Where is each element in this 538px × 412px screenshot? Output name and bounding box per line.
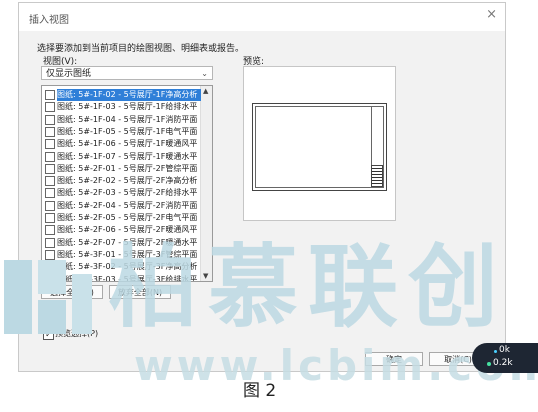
download-dot-icon — [487, 362, 491, 366]
item-checkbox[interactable] — [45, 139, 55, 150]
list-item[interactable]: 图纸: 5#-1F-05 - 5号展厅-1F电气平面 — [43, 126, 201, 138]
title-block-table — [371, 165, 383, 187]
watermark-text: 柏慕联创 — [108, 235, 508, 340]
item-label: 图纸: 5#-1F-07 - 5号展厅-1F暖通水平 — [57, 151, 198, 161]
item-label: 图纸: 5#-1F-03 - 5号展厅-1F给排水平 — [57, 102, 198, 112]
title-bar: 插入视图 × — [19, 3, 505, 31]
item-checkbox[interactable] — [45, 151, 55, 162]
sheet-border — [255, 106, 384, 188]
sheet-thumbnail — [252, 103, 387, 191]
list-item[interactable]: 图纸: 5#-2F-01 - 5号展厅-2F管综平面 — [43, 163, 201, 175]
item-label: 图纸: 5#-1F-05 - 5号展厅-1F电气平面 — [57, 126, 198, 136]
watermark-logo-icon — [4, 260, 92, 334]
item-checkbox[interactable] — [45, 176, 55, 187]
close-icon[interactable]: × — [486, 8, 497, 22]
item-label: 图纸: 5#-1F-06 - 5号展厅-1F暖通风平 — [57, 139, 198, 149]
item-checkbox[interactable] — [45, 163, 55, 174]
item-checkbox[interactable] — [45, 237, 55, 248]
list-item[interactable]: 图纸: 5#-2F-05 - 5号展厅-2F电气平面 — [43, 212, 201, 224]
scroll-up-icon[interactable]: ▲ — [203, 87, 208, 95]
list-item[interactable]: 图纸: 5#-2F-02 - 5号展厅-2F净高分析 — [43, 175, 201, 187]
figure-caption: 图 2 — [243, 381, 277, 401]
item-checkbox[interactable] — [45, 188, 55, 199]
item-label: 图纸: 5#-1F-02 - 5号展厅-1F净高分析 — [57, 89, 201, 101]
upload-speed: 0k — [499, 345, 510, 355]
list-item[interactable]: 图纸: 5#-1F-04 - 5号展厅-1F消防平面 — [43, 114, 201, 126]
download-speed: 0.2k — [493, 358, 513, 368]
chevron-down-icon: ⌄ — [201, 69, 208, 78]
list-item[interactable]: 图纸: 5#-1F-07 - 5号展厅-1F暖通水平 — [43, 151, 201, 163]
item-label: 图纸: 5#-2F-04 - 5号展厅-2F消防平面 — [57, 200, 198, 210]
item-checkbox[interactable] — [45, 225, 55, 236]
item-label: 图纸: 5#-2F-01 - 5号展厅-2F管综平面 — [57, 163, 198, 173]
list-item[interactable]: 图纸: 5#-1F-06 - 5号展厅-1F暖通风平 — [43, 138, 201, 150]
upload-dot-icon — [494, 350, 497, 353]
network-speed-badge: 0k 0.2k — [472, 343, 538, 373]
view-filter-value: 仅显示图纸 — [46, 69, 92, 79]
list-item[interactable]: 图纸: 5#-1F-03 - 5号展厅-1F给排水平 — [43, 101, 201, 113]
item-label: 图纸: 5#-2F-03 - 5号展厅-2F给排水平 — [57, 188, 198, 198]
list-item[interactable]: 图纸: 5#-2F-03 - 5号展厅-2F给排水平 — [43, 187, 201, 199]
item-checkbox[interactable] — [45, 102, 55, 113]
list-item[interactable]: 图纸: 5#-2F-04 - 5号展厅-2F消防平面 — [43, 200, 201, 212]
item-checkbox[interactable] — [45, 213, 55, 223]
item-checkbox[interactable] — [45, 200, 55, 211]
item-checkbox[interactable] — [45, 126, 55, 137]
preview-pane — [243, 66, 396, 221]
item-checkbox[interactable] — [45, 90, 55, 100]
instruction-text: 选择要添加到当前项目的绘图视图、明细表或报告。 — [37, 44, 245, 54]
view-filter-select[interactable]: 仅显示图纸 ⌄ — [41, 66, 213, 80]
list-item[interactable]: 图纸: 5#-1F-02 - 5号展厅-1F净高分析 — [43, 89, 201, 101]
item-label: 图纸: 5#-2F-05 - 5号展厅-2F电气平面 — [57, 213, 198, 222]
item-checkbox[interactable] — [45, 114, 55, 125]
dialog-title: 插入视图 — [29, 15, 69, 26]
item-label: 图纸: 5#-2F-02 - 5号展厅-2F净高分析 — [57, 176, 198, 186]
item-label: 图纸: 5#-1F-04 - 5号展厅-1F消防平面 — [57, 114, 198, 124]
